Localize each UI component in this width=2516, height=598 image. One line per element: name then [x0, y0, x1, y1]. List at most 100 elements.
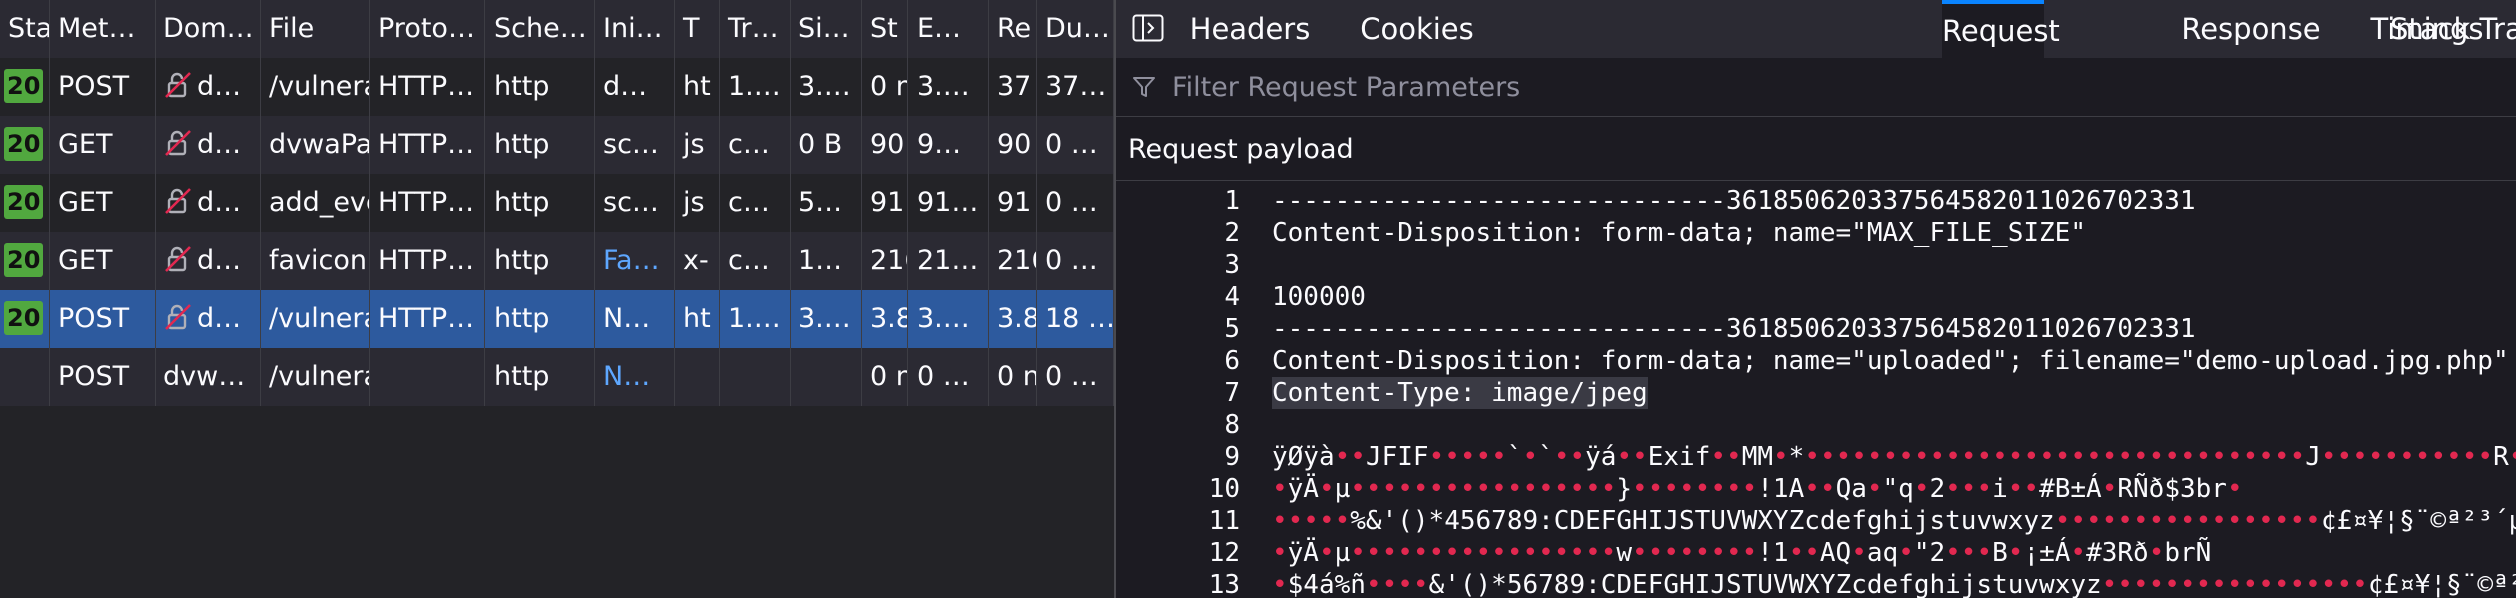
column-header-end[interactable]: E…	[909, 0, 989, 58]
domain-text: d…	[197, 187, 242, 218]
cell-response: 90	[989, 116, 1037, 174]
start-text: 216	[870, 245, 907, 276]
cell-scheme: http	[486, 232, 595, 290]
transferred-text: 1.…	[728, 71, 781, 102]
cell-duration: 0 …	[1037, 232, 1114, 290]
cell-response: 37	[989, 58, 1037, 116]
line-number: 5	[1224, 314, 1240, 344]
initiator-text: N…	[603, 303, 651, 334]
code-line: 6 Content-Disposition: form-data; name="u…	[1116, 345, 2516, 377]
file-text: /vulnera	[269, 303, 370, 334]
end-text: 3.…	[917, 303, 970, 334]
file-text: dvwaPa	[269, 129, 370, 160]
initiator-text[interactable]: Fa…	[603, 245, 660, 276]
size-text: 5…	[798, 187, 843, 218]
column-header-status[interactable]: Sta	[0, 0, 50, 58]
cell-protocol: HTTP…	[370, 232, 485, 290]
cell-initiator: N…	[595, 290, 675, 348]
column-header-scheme[interactable]: Sche…	[486, 0, 595, 58]
duration-text: 37…	[1045, 71, 1107, 102]
filter-request-parameters-input[interactable]	[1170, 66, 2474, 108]
method-text: POST	[58, 71, 130, 102]
transferred-text: c…	[728, 187, 770, 218]
file-text: /vulnera	[269, 361, 370, 392]
line-number: 2	[1224, 218, 1240, 248]
type-text: ht	[683, 71, 711, 102]
code-line: 5 -----------------------------3618506203…	[1116, 313, 2516, 345]
tab-headers[interactable]: Headers	[1175, 0, 1325, 58]
size-text: 3.…	[798, 71, 851, 102]
tab-stack-trace[interactable]: Stack Trace	[2390, 0, 2516, 58]
domain-text: dvw…	[163, 361, 246, 392]
cell-transferred: 1.…	[720, 290, 791, 348]
line-number: 7	[1224, 378, 1240, 408]
cell-transferred: c…	[720, 116, 791, 174]
status-badge: 20	[4, 243, 44, 277]
cell-type	[675, 348, 720, 406]
table-row[interactable]: 20 GET d… favicon. HTTP… http Fa… x-c… 1… 216 21… 2…	[0, 232, 1114, 290]
code-line: 12 •ÿÄ•µ•••••••••••••••••w••••••••!1••AQ•…	[1116, 537, 2516, 569]
cell-initiator: d…	[595, 58, 675, 116]
cell-type: ht	[675, 290, 720, 348]
cell-start: 0 n	[862, 348, 908, 406]
table-row[interactable]: POST dvw… /vulnera http N… 0 n 0 … 0 n 0 …	[0, 348, 1114, 406]
column-header-start[interactable]: St	[862, 0, 908, 58]
initiator-text[interactable]: N…	[603, 361, 650, 392]
request-details-panel: Headers Cookies Request Response Timings…	[1116, 0, 2516, 598]
cell-scheme: http	[486, 58, 595, 116]
code-text: 100000	[1272, 282, 1366, 312]
line-number: 9	[1224, 442, 1240, 472]
cell-initiator: N…	[595, 348, 675, 406]
method-text: POST	[58, 303, 130, 334]
column-header-initiator[interactable]: Ini…	[595, 0, 675, 58]
tab-request[interactable]: Request	[1942, 0, 2060, 58]
toggle-sidebar-icon[interactable]	[1132, 14, 1164, 42]
cell-status: 20	[0, 290, 50, 348]
scheme-text: http	[494, 245, 550, 276]
cell-duration: 37…	[1037, 58, 1114, 116]
table-row[interactable]: 20 GET d… add_eve HTTP… http sc… js c… 5… 91 91… 91 0…	[0, 174, 1114, 232]
response-text: 90	[997, 129, 1032, 160]
scheme-text: http	[494, 129, 550, 160]
tab-cookies[interactable]: Cookies	[1342, 0, 1492, 58]
table-row[interactable]: 20 GET d… dvwaPa HTTP… http sc… js c… 0 B 90 9… 90 0 …	[0, 116, 1114, 174]
column-header-response[interactable]: Re	[989, 0, 1037, 58]
size-text: 0 B	[798, 129, 843, 160]
method-text: POST	[58, 361, 130, 392]
file-text: add_eve	[269, 187, 369, 218]
end-text: 0 …	[917, 361, 970, 392]
initiator-text: d…	[603, 71, 648, 102]
tab-response[interactable]: Response	[2176, 0, 2326, 58]
cell-transferred	[720, 348, 791, 406]
column-header-method[interactable]: Met…	[50, 0, 156, 58]
end-text: 21…	[917, 245, 979, 276]
cell-end: 0 …	[909, 348, 989, 406]
line-number: 4	[1224, 282, 1240, 312]
cell-status: 20	[0, 116, 50, 174]
transferred-text: c…	[728, 245, 770, 276]
table-row[interactable]: 20 POST d… /vulnera HTTP… http N… ht 1.… 3.… 3.8 3.…	[0, 290, 1114, 348]
initiator-text: sc…	[603, 187, 659, 218]
column-header-size[interactable]: Si…	[790, 0, 862, 58]
insecure-connection-icon	[165, 129, 191, 156]
column-header-duration[interactable]: Du…	[1037, 0, 1114, 58]
cell-size: 3.…	[790, 290, 862, 348]
column-header-domain[interactable]: Dom…	[155, 0, 261, 58]
column-header-file[interactable]: File	[261, 0, 370, 58]
domain-text: d…	[197, 71, 242, 102]
insecure-connection-icon	[165, 71, 191, 98]
column-header-transferred[interactable]: Tr…	[720, 0, 791, 58]
column-header-protocol[interactable]: Proto…	[370, 0, 485, 58]
method-text: GET	[58, 129, 113, 160]
method-text: GET	[58, 245, 113, 276]
status-badge: 20	[4, 127, 44, 161]
scheme-text: http	[494, 187, 550, 218]
column-header-type[interactable]: T	[675, 0, 720, 58]
cell-file: /vulnera	[261, 348, 370, 406]
payload-editor[interactable]: 1 -----------------------------3618506203…	[1116, 181, 2516, 598]
type-text: x-	[683, 245, 709, 276]
insecure-connection-icon	[165, 245, 191, 272]
table-row[interactable]: 20 POST d… /vulnera HTTP… http d… ht 1.… 3.… 0 n 3.…	[0, 58, 1114, 116]
cell-duration: 0 …	[1037, 116, 1114, 174]
cell-start: 91	[862, 174, 908, 232]
